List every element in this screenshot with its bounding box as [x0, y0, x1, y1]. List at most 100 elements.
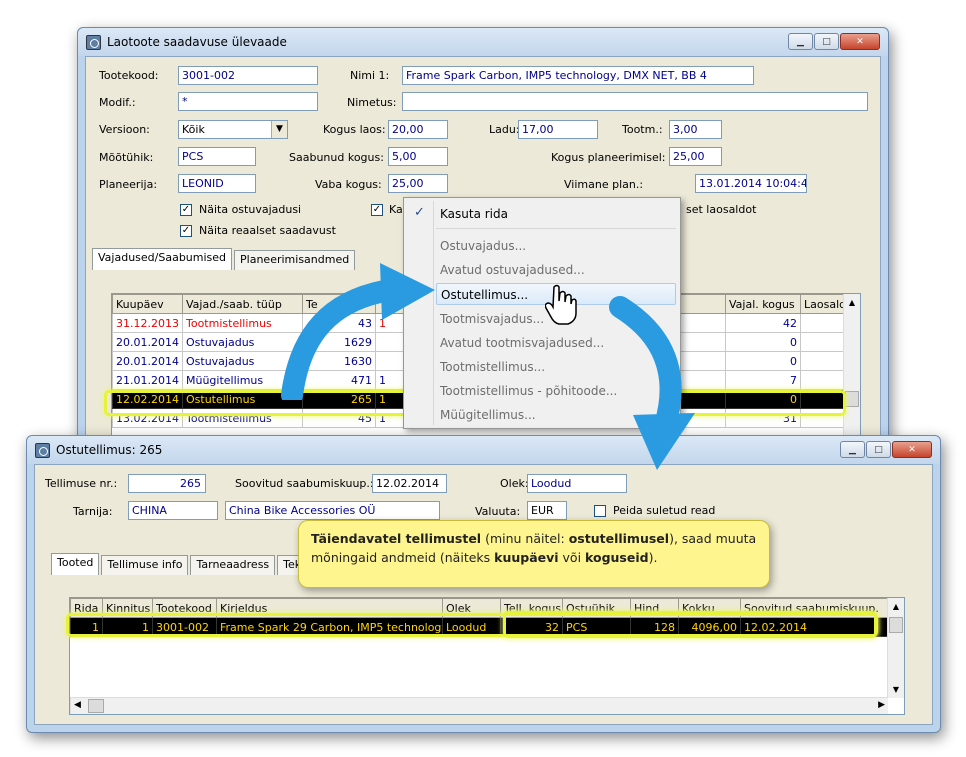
col-header[interactable]: Vajal. kogus: [725, 294, 801, 314]
tab-vajadused[interactable]: Vajadused/Saabumised: [92, 248, 233, 270]
scroll-thumb[interactable]: [845, 391, 859, 407]
cell-need: 7: [725, 370, 801, 390]
checkmark-icon: ✓: [414, 205, 425, 220]
tarnija-code-field[interactable]: CHINA: [128, 501, 218, 520]
window-content: Tellimuse nr.: 265 Soovitud saabumiskuup…: [34, 464, 933, 725]
scroll-up-icon[interactable]: ▲: [888, 598, 904, 615]
kogus-laos-field[interactable]: 20,00: [388, 120, 448, 139]
window-title: Laotoote saadavuse ülevaade: [107, 35, 287, 49]
horizontal-scrollbar[interactable]: ◀ ▶: [70, 697, 888, 714]
menu-item-ostuvajadus[interactable]: Ostuvajadus...: [440, 235, 526, 257]
cell-need: 42: [725, 313, 801, 333]
ladu-label: Ladu:: [489, 123, 520, 136]
nimetus-field[interactable]: [402, 92, 868, 111]
cell-date: 21.01.2014: [112, 370, 183, 390]
tab-tarneaadress[interactable]: Tarneaadress: [190, 555, 276, 575]
valuuta-field[interactable]: EUR: [527, 501, 567, 520]
callout-bold: kuupäevi: [494, 550, 559, 565]
nimi1-label: Nimi 1:: [350, 69, 390, 82]
minimize-button[interactable]: ▁: [788, 33, 813, 50]
menu-item-avatud-ostuvajadused[interactable]: Avatud ostuvajadused...: [440, 259, 585, 281]
col-header[interactable]: Kuupäev: [112, 294, 183, 314]
callout-bold: Täiendavatel tellimustel: [311, 531, 482, 546]
callout-text: (minu näitel:: [481, 531, 569, 546]
close-button[interactable]: ✕: [840, 33, 880, 50]
scroll-left-icon[interactable]: ◀: [74, 700, 81, 710]
tootm-label: Tootm.:: [622, 123, 663, 136]
cell-date: 20.01.2014: [112, 332, 183, 352]
tellimuse-nr-field[interactable]: 265: [128, 474, 206, 493]
cell-date: 20.01.2014: [112, 351, 183, 371]
planeerija-label: Planeerija:: [99, 178, 158, 191]
scroll-right-icon[interactable]: ▶: [878, 700, 885, 710]
peida-label: Peida suletud read: [613, 504, 716, 517]
cell-date: 31.12.2013: [112, 313, 183, 333]
versioon-select[interactable]: Kõik ▼: [178, 120, 288, 139]
vaba-label: Vaba kogus:: [315, 178, 382, 191]
tab-tooted[interactable]: Tooted: [51, 553, 100, 575]
maximize-button[interactable]: □: [814, 33, 839, 50]
vaba-field[interactable]: 25,00: [388, 174, 448, 193]
tarnija-label: Tarnija:: [73, 505, 113, 518]
chevron-down-icon[interactable]: ▼: [271, 121, 287, 138]
tab-tellimuse-info[interactable]: Tellimuse info: [101, 555, 189, 575]
scroll-thumb[interactable]: [88, 699, 104, 713]
tellimuse-nr-label: Tellimuse nr.:: [45, 477, 118, 490]
callout-bold: koguseid: [585, 550, 649, 565]
ka-checkbox[interactable]: ✓: [371, 204, 383, 216]
tootm-field[interactable]: 3,00: [669, 120, 722, 139]
window-titlebar[interactable]: Laotoote saadavuse ülevaade ▁ □ ✕: [78, 28, 888, 56]
viimane-field[interactable]: 13.01.2014 10:04:46: [695, 174, 807, 193]
tootekood-field[interactable]: 3001-002: [178, 66, 318, 85]
mootuhik-label: Mõõtühik:: [99, 151, 154, 164]
modif-field[interactable]: *: [178, 92, 318, 111]
nimetus-label: Nimetus:: [347, 96, 397, 109]
window-titlebar[interactable]: Ostutellimus: 265 ▁ □ ✕: [27, 436, 940, 464]
kogus-plan-field[interactable]: 25,00: [669, 147, 722, 166]
show-real-availability-checkbox[interactable]: ✓: [180, 225, 192, 237]
show-purchase-needs-checkbox[interactable]: ✓: [180, 204, 192, 216]
saabunud-field[interactable]: 5,00: [388, 147, 448, 166]
window-title: Ostutellimus: 265: [56, 443, 163, 457]
nimi1-field[interactable]: Frame Spark Carbon, IMP5 technology, DMX…: [402, 66, 754, 85]
editable-fields-highlight: [503, 611, 877, 638]
show-real-availability-label: Näita reaalset saadavust: [199, 224, 336, 237]
app-icon: [86, 34, 101, 50]
menu-item-tootmistellimus[interactable]: Tootmistellimus...: [440, 356, 545, 378]
peida-checkbox[interactable]: [594, 505, 606, 517]
cell-need: 0: [725, 332, 801, 352]
menu-item-kasuta-rida[interactable]: Kasuta rida: [440, 203, 508, 225]
minimize-button[interactable]: ▁: [840, 441, 865, 458]
scroll-down-icon[interactable]: ▼: [888, 681, 904, 698]
mootuhik-field[interactable]: PCS: [178, 147, 256, 166]
laosaldot-label: set laosaldot: [686, 203, 757, 216]
close-button[interactable]: ✕: [892, 441, 932, 458]
planeerija-field[interactable]: LEONID: [178, 174, 256, 193]
menu-item-myygitellimus[interactable]: Müügitellimus...: [440, 404, 536, 426]
scroll-up-icon[interactable]: ▲: [844, 294, 860, 311]
scroll-thumb[interactable]: [889, 617, 903, 633]
callout-text: ).: [648, 550, 658, 565]
cell-need: 0: [725, 351, 801, 371]
menu-item-tootmistellimus-pohitoode[interactable]: Tootmistellimus - põhitoode...: [440, 380, 617, 402]
app-icon: [35, 442, 50, 458]
soovitud-field[interactable]: 12.02.2014: [372, 474, 447, 493]
tarnija-name-field[interactable]: China Bike Accessories OÜ: [225, 501, 440, 520]
menu-item-avatud-tootmisvajadused[interactable]: Avatud tootmisvajadused...: [440, 332, 604, 354]
olek-field[interactable]: Loodud: [527, 474, 627, 493]
valuuta-label: Valuuta:: [475, 505, 521, 518]
menu-item-tootmisvajadus[interactable]: Tootmisvajadus...: [440, 308, 544, 330]
callout-bold: ostutellimusel: [568, 531, 670, 546]
olek-label: Olek:: [500, 477, 529, 490]
menu-divider: [436, 228, 676, 229]
ladu-field[interactable]: 17,00: [518, 120, 598, 139]
show-purchase-needs-label: Näita ostuvajadusi: [199, 203, 302, 216]
curved-arrow-icon: [281, 263, 435, 400]
callout-tooltip: Täiendavatel tellimustel (minu näitel: o…: [298, 520, 770, 588]
vertical-scrollbar[interactable]: ▲ ▼: [887, 598, 904, 698]
callout-text: või: [558, 550, 586, 565]
modif-label: Modif.:: [99, 96, 136, 109]
versioon-label: Versioon:: [99, 123, 150, 136]
kogus-plan-label: Kogus planeerimisel:: [551, 151, 666, 164]
maximize-button[interactable]: □: [866, 441, 891, 458]
